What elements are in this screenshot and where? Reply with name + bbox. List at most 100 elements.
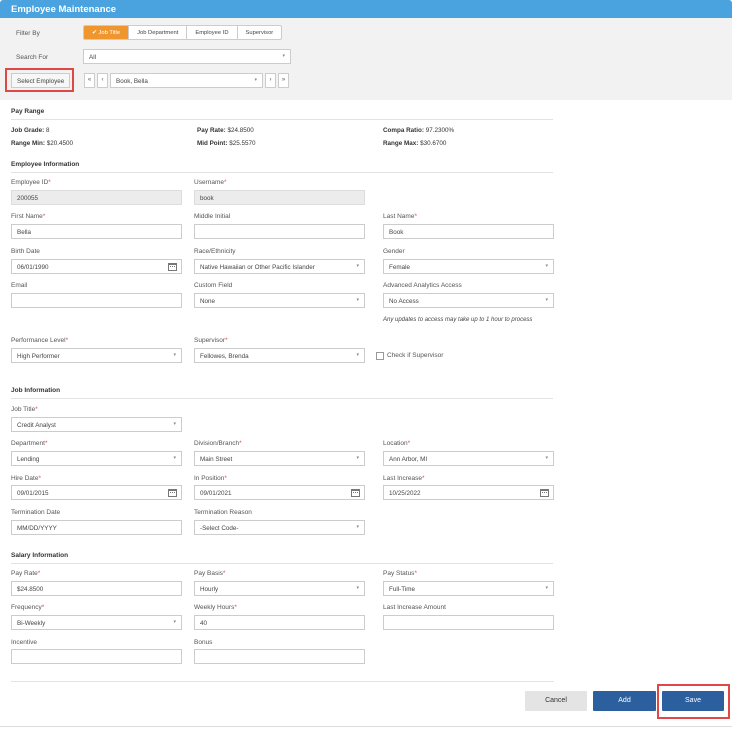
frequency-select[interactable]: Bi-Weekly ▾ <box>11 615 182 630</box>
next-record-button[interactable]: › <box>265 73 276 88</box>
termination-reason-select[interactable]: -Select Code- ▾ <box>194 520 365 535</box>
location-label: Location* <box>383 440 411 447</box>
chevron-down-icon: ▾ <box>356 297 359 303</box>
first-name-label: First Name* <box>11 213 46 220</box>
calendar-icon[interactable] <box>168 263 177 271</box>
middle-initial-label: Middle Initial <box>194 213 231 220</box>
job-grade: Job Grade: 8 <box>11 127 50 134</box>
bonus-field[interactable] <box>194 649 365 664</box>
calendar-icon[interactable] <box>351 489 360 497</box>
chevron-down-icon: ▾ <box>173 455 176 461</box>
filter-option-supervisor[interactable]: Supervisor <box>236 26 282 39</box>
highlight-box <box>5 68 74 92</box>
salary-pay-rate-label: Pay Rate* <box>11 570 41 577</box>
chevron-down-icon: ▾ <box>173 421 176 427</box>
employee-select[interactable]: Book, Bella ▾ <box>110 73 263 88</box>
middle-initial-field[interactable] <box>194 224 365 239</box>
location-select[interactable]: Ann Arbor, MI ▾ <box>383 451 554 466</box>
supervisor-value: Fellowes, Brenda <box>200 353 249 360</box>
analytics-access-select[interactable]: No Access ▾ <box>383 293 554 308</box>
username-label: Username* <box>194 179 227 186</box>
performance-level-select[interactable]: High Performer ▾ <box>11 348 182 363</box>
first-name-field[interactable]: Bella <box>11 224 182 239</box>
calendar-icon[interactable] <box>168 489 177 497</box>
last-increase-amount-label: Last Increase Amount <box>383 604 446 611</box>
pay-status-label: Pay Status* <box>383 570 417 577</box>
pay-basis-select[interactable]: Hourly ▾ <box>194 581 365 596</box>
chevron-down-icon: ▾ <box>356 585 359 591</box>
check-if-supervisor-checkbox[interactable] <box>376 352 384 360</box>
incentive-field[interactable] <box>11 649 182 664</box>
in-position-label: In Position* <box>194 475 227 482</box>
pay-status-select[interactable]: Full-Time ▾ <box>383 581 554 596</box>
race-ethnicity-label: Race/Ethnicity <box>194 248 236 255</box>
calendar-icon[interactable] <box>540 489 549 497</box>
pay-basis-label: Pay Basis* <box>194 570 226 577</box>
gender-select[interactable]: Female ▾ <box>383 259 554 274</box>
filter-by-label: Filter By <box>16 30 40 37</box>
filter-option-employee-id[interactable]: Employee ID <box>186 26 236 39</box>
race-ethnicity-select[interactable]: Native Hawaiian or Other Pacific Islande… <box>194 259 365 274</box>
last-name-label: Last Name* <box>383 213 417 220</box>
search-for-value: All <box>89 54 96 61</box>
in-position-value: 09/01/2021 <box>200 490 232 497</box>
gender-label: Gender <box>383 248 405 255</box>
last-increase-amount-field[interactable] <box>383 615 554 630</box>
check-icon: ✔ <box>92 30 97 36</box>
termination-date-field[interactable]: MM/DD/YYYY <box>11 520 182 535</box>
bonus-label: Bonus <box>194 639 213 646</box>
weekly-hours-label: Weekly Hours* <box>194 604 237 611</box>
chevron-down-icon: ▾ <box>545 455 548 461</box>
last-increase-label: Last Increase* <box>383 475 425 482</box>
analytics-note: Any updates to access may take up to 1 h… <box>383 317 533 323</box>
employee-value: Book, Bella <box>116 78 148 85</box>
incentive-label: Incentive <box>11 639 38 646</box>
chevron-down-icon: ▾ <box>356 263 359 269</box>
employee-id-label: Employee ID* <box>11 179 51 186</box>
salary-info-heading: Salary Information <box>11 552 553 564</box>
last-name-field[interactable]: Book <box>383 224 554 239</box>
job-title-select[interactable]: Credit Analyst ▾ <box>11 417 182 432</box>
birth-date-field[interactable]: 06/01/1990 <box>11 259 182 274</box>
add-button[interactable]: Add <box>593 691 656 711</box>
analytics-access-label: Advanced Analytics Access <box>383 282 462 289</box>
last-increase-value: 10/25/2022 <box>389 490 421 497</box>
search-for-select[interactable]: All ▾ <box>83 49 291 64</box>
first-record-button[interactable]: « <box>84 73 95 88</box>
email-field[interactable] <box>11 293 182 308</box>
pay-range-heading: Pay Range <box>11 108 553 120</box>
cancel-button[interactable]: Cancel <box>525 691 587 711</box>
custom-field-select[interactable]: None ▾ <box>194 293 365 308</box>
hire-date-field[interactable]: 09/01/2015 <box>11 485 182 500</box>
range-max: Range Max: $30.6700 <box>383 140 447 147</box>
chevron-down-icon: ▾ <box>545 585 548 591</box>
chevron-down-icon: ▾ <box>545 263 548 269</box>
highlight-box <box>657 684 730 719</box>
termination-reason-value: -Select Code- <box>200 525 239 532</box>
gender-value: Female <box>389 264 410 271</box>
last-record-button[interactable]: » <box>278 73 289 88</box>
previous-record-button[interactable]: ‹ <box>97 73 108 88</box>
birth-date-label: Birth Date <box>11 248 40 255</box>
performance-level-value: High Performer <box>17 353 60 360</box>
range-min: Range Min: $20.4500 <box>11 140 73 147</box>
last-increase-field[interactable]: 10/25/2022 <box>383 485 554 500</box>
divider <box>0 726 732 727</box>
filter-option-job-title[interactable]: ✔ Job Title <box>84 26 129 39</box>
supervisor-select[interactable]: Fellowes, Brenda ▾ <box>194 348 365 363</box>
location-value: Ann Arbor, MI <box>389 456 428 463</box>
search-for-label: Search For <box>16 54 49 61</box>
page-title: Employee Maintenance <box>0 0 732 18</box>
in-position-field[interactable]: 09/01/2021 <box>194 485 365 500</box>
division-select[interactable]: Main Street ▾ <box>194 451 365 466</box>
department-select[interactable]: Lending ▾ <box>11 451 182 466</box>
employee-id-field[interactable]: 200055 <box>11 190 182 205</box>
hire-date-label: Hire Date* <box>11 475 41 482</box>
salary-pay-rate-field[interactable]: $24.8500 <box>11 581 182 596</box>
department-value: Lending <box>17 456 40 463</box>
frequency-label: Frequency* <box>11 604 45 611</box>
username-field[interactable]: book <box>194 190 365 205</box>
filter-option-job-department[interactable]: Job Department <box>128 26 186 39</box>
weekly-hours-field[interactable]: 40 <box>194 615 365 630</box>
mid-point: Mid Point: $25.5570 <box>197 140 256 147</box>
